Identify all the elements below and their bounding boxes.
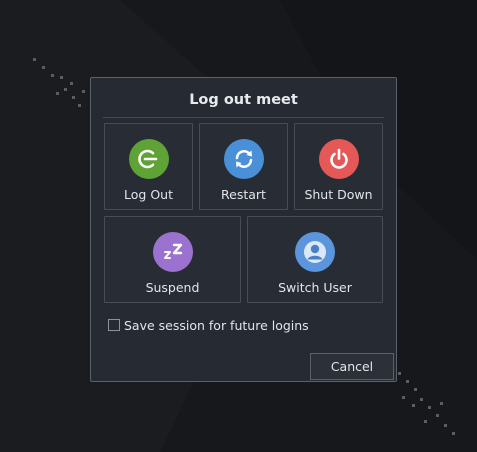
cancel-button[interactable]: Cancel [310, 353, 394, 380]
switch-user-label: Switch User [278, 280, 352, 295]
logout-icon [128, 139, 169, 179]
shutdown-label: Shut Down [304, 187, 373, 202]
logout-dialog: Log out meet Log Out Restart Shut Down S… [90, 77, 397, 382]
switch-user-button[interactable]: Switch User [247, 216, 383, 303]
save-session-label: Save session for future logins [124, 317, 309, 333]
restart-button[interactable]: Restart [199, 123, 288, 210]
dialog-title: Log out meet [189, 92, 298, 108]
title-divider [103, 117, 384, 118]
user-icon [295, 232, 335, 272]
suspend-label: Suspend [145, 280, 200, 295]
logout-label: Log Out [124, 187, 173, 202]
save-session-checkbox[interactable] [108, 319, 120, 331]
restart-label: Restart [221, 187, 266, 202]
save-session-row[interactable]: Save session for future logins [108, 317, 309, 333]
power-icon [318, 139, 359, 179]
shutdown-button[interactable]: Shut Down [294, 123, 383, 210]
logout-button[interactable]: Log Out [104, 123, 193, 210]
sleep-icon [152, 232, 193, 272]
suspend-button[interactable]: Suspend [104, 216, 241, 303]
restart-icon [223, 139, 264, 179]
